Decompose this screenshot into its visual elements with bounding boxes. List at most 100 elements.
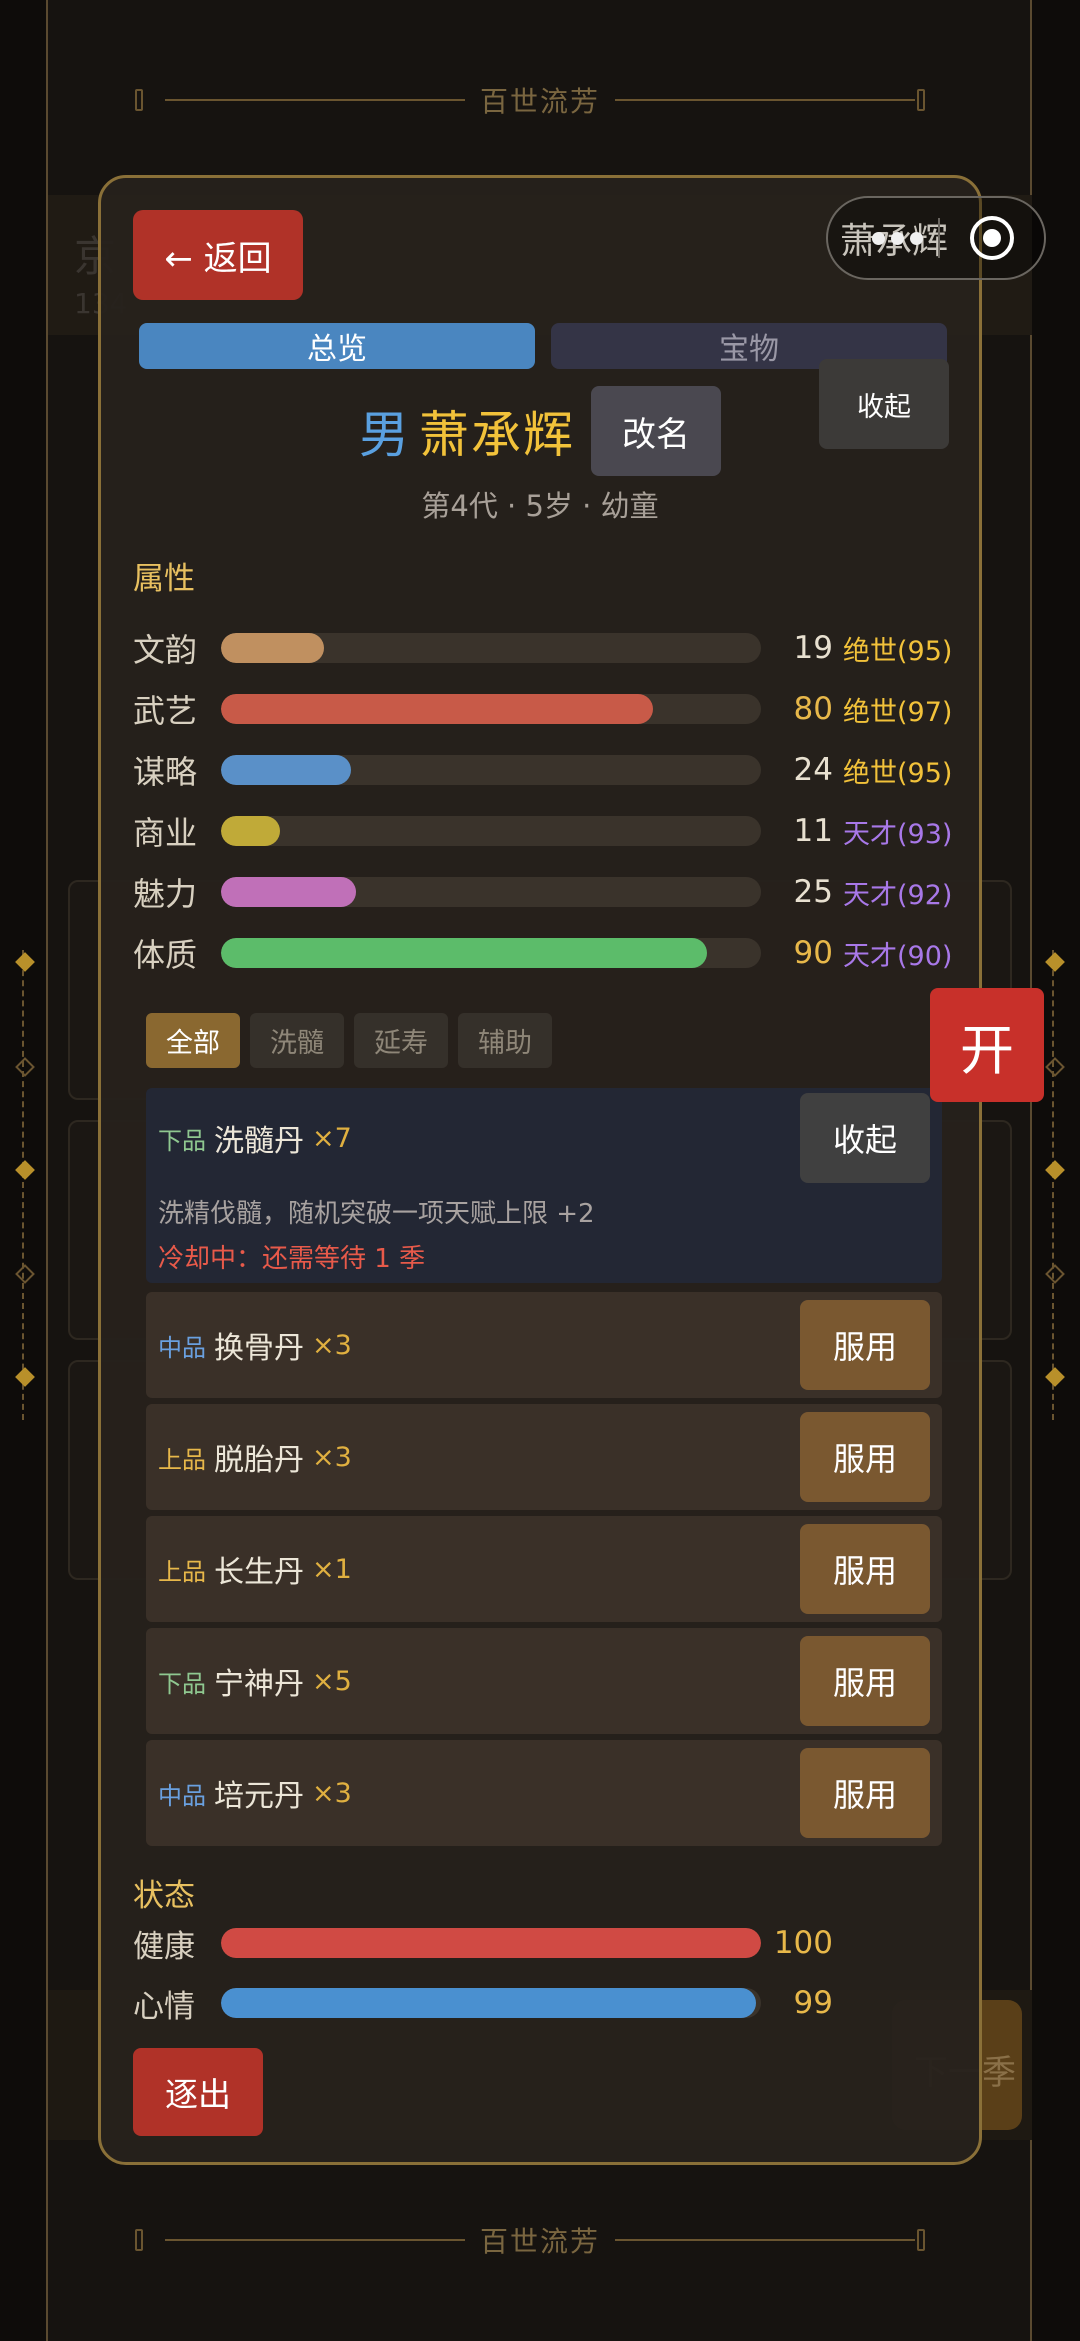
attribute-bar-fill	[221, 816, 281, 846]
attribute-talent: 绝世(95)	[843, 757, 953, 789]
banner-title: 百世流芳	[479, 2225, 600, 2258]
pill-name: 换骨丹	[214, 1331, 304, 1366]
attribute-value: 80	[793, 691, 833, 727]
pill-card: 下品 宁神丹 ×5 服用	[146, 1628, 942, 1734]
more-dots-icon[interactable]	[872, 231, 923, 245]
attribute-value: 25	[793, 874, 833, 910]
wechat-capsule[interactable]: 萧承辉	[826, 196, 1046, 280]
attribute-label: 文韵	[133, 631, 198, 669]
pill-grade: 下品	[158, 1669, 206, 1698]
attribute-label: 武艺	[133, 692, 198, 730]
attribute-bar-track	[221, 877, 761, 907]
attribute-bar-fill	[221, 938, 707, 968]
side-decoration-right	[1052, 950, 1062, 1420]
use-pill-button[interactable]: 服用	[800, 1524, 930, 1614]
filter-marrow[interactable]: 洗髓	[250, 1013, 344, 1068]
pill-count: ×5	[312, 1665, 352, 1697]
attribute-bar-track	[221, 938, 761, 968]
attribute-bar-fill	[221, 694, 653, 724]
pill-card-expanded: 下品 洗髓丹 ×7 收起 洗精伐髓，随机突破一项天赋上限 +2 冷却中：还需等待…	[146, 1088, 942, 1283]
attribute-row-mei-li: 魅力 25 天才(92)	[133, 867, 953, 917]
status-bar-fill	[221, 1988, 756, 2018]
pill-name: 洗髓丹	[214, 1124, 304, 1159]
attribute-value: 19	[793, 630, 833, 666]
pill-grade: 中品	[158, 1781, 206, 1810]
pill-grade: 上品	[158, 1557, 206, 1586]
rename-button[interactable]: 改名	[591, 386, 721, 476]
pill-cooldown: 冷却中：还需等待 1 季	[158, 1244, 426, 1274]
target-circle-icon[interactable]	[970, 216, 1014, 260]
attributes-title: 属性	[133, 561, 195, 597]
banner-line	[615, 99, 915, 101]
pill-count: ×3	[312, 1777, 352, 1809]
use-pill-button[interactable]: 服用	[800, 1300, 930, 1390]
attribute-talent: 天才(90)	[843, 940, 953, 972]
status-row-mood: 心情 99	[133, 1978, 953, 2028]
attribute-bar-track	[221, 694, 761, 724]
expel-button[interactable]: 逐出	[133, 2048, 263, 2136]
pill-header: 上品 脱胎丹 ×3	[158, 1404, 352, 1510]
banner-cap	[917, 89, 925, 111]
attribute-row-wu-yi: 武艺 80 绝世(97)	[133, 684, 953, 734]
collapse-pill-button[interactable]: 收起	[800, 1093, 930, 1183]
status-label: 心情	[133, 1988, 195, 2025]
attribute-value: 24	[793, 752, 833, 788]
filter-longevity[interactable]: 延寿	[354, 1013, 448, 1068]
status-bar-fill	[221, 1928, 761, 1958]
use-pill-button[interactable]: 服用	[800, 1412, 930, 1502]
attribute-talent: 绝世(97)	[843, 696, 953, 728]
pill-card: 中品 换骨丹 ×3 服用	[146, 1292, 942, 1398]
back-button[interactable]: ← 返回	[133, 210, 303, 300]
pill-header: 中品 换骨丹 ×3	[158, 1292, 352, 1398]
use-pill-button[interactable]: 服用	[800, 1636, 930, 1726]
pill-header: 下品 洗髓丹 ×7	[158, 1088, 352, 1188]
filter-all[interactable]: 全部	[146, 1013, 240, 1068]
gender-label: 男	[359, 406, 409, 464]
attribute-label: 魅力	[133, 875, 198, 913]
attribute-bar-fill	[221, 633, 324, 663]
pill-grade: 下品	[158, 1126, 206, 1155]
status-title: 状态	[133, 1878, 195, 1914]
tab-overview[interactable]: 总览	[139, 323, 535, 369]
pill-header: 中品 培元丹 ×3	[158, 1740, 352, 1846]
attribute-label: 商业	[133, 814, 198, 852]
pill-count: ×7	[312, 1122, 352, 1154]
character-subinfo: 第4代 · 5岁 · 幼童	[421, 489, 659, 523]
pill-grade: 中品	[158, 1333, 206, 1362]
pill-card: 上品 脱胎丹 ×3 服用	[146, 1404, 942, 1510]
pill-grade: 上品	[158, 1445, 206, 1474]
character-name: 萧承辉	[419, 406, 575, 464]
attribute-label: 体质	[133, 936, 198, 974]
banner-title: 百世流芳	[479, 85, 600, 118]
pill-name: 培元丹	[214, 1779, 304, 1814]
bottom-banner: 百世流芳	[0, 2210, 1080, 2270]
banner-line	[165, 2239, 465, 2241]
collapse-attributes-button[interactable]: 收起	[819, 359, 949, 449]
banner-cap	[917, 2229, 925, 2251]
pill-count: ×3	[312, 1329, 352, 1361]
status-label: 健康	[133, 1928, 195, 1965]
use-pill-button[interactable]: 服用	[800, 1748, 930, 1838]
banner-cap	[135, 89, 143, 111]
open-button[interactable]: 开	[930, 988, 1044, 1102]
attribute-bar-track	[221, 633, 761, 663]
status-bar-track	[221, 1988, 761, 2018]
side-decoration-left	[22, 950, 32, 1420]
status-bar-track	[221, 1928, 761, 1958]
character-detail-modal: ← 返回 总览 宝物 男 萧承辉 改名 第4代 · 5岁 · 幼童 属性 收起 …	[98, 175, 982, 2165]
attribute-bar-fill	[221, 877, 356, 907]
pill-name: 宁神丹	[214, 1667, 304, 1702]
pill-card: 上品 长生丹 ×1 服用	[146, 1516, 942, 1622]
attribute-row-ti-zhi: 体质 90 天才(90)	[133, 928, 953, 978]
attribute-talent: 天才(93)	[843, 818, 953, 850]
banner-cap	[135, 2229, 143, 2251]
filter-support[interactable]: 辅助	[458, 1013, 552, 1068]
status-row-health: 健康 100	[133, 1918, 953, 1968]
status-value: 100	[773, 1925, 833, 1961]
banner-line	[165, 99, 465, 101]
attribute-row-mou-lue: 谋略 24 绝世(95)	[133, 745, 953, 795]
top-banner: 百世流芳	[0, 70, 1080, 130]
attribute-row-wen-yun: 文韵 19 绝世(95)	[133, 623, 953, 673]
pill-card: 中品 培元丹 ×3 服用	[146, 1740, 942, 1846]
status-value: 99	[793, 1985, 833, 2021]
